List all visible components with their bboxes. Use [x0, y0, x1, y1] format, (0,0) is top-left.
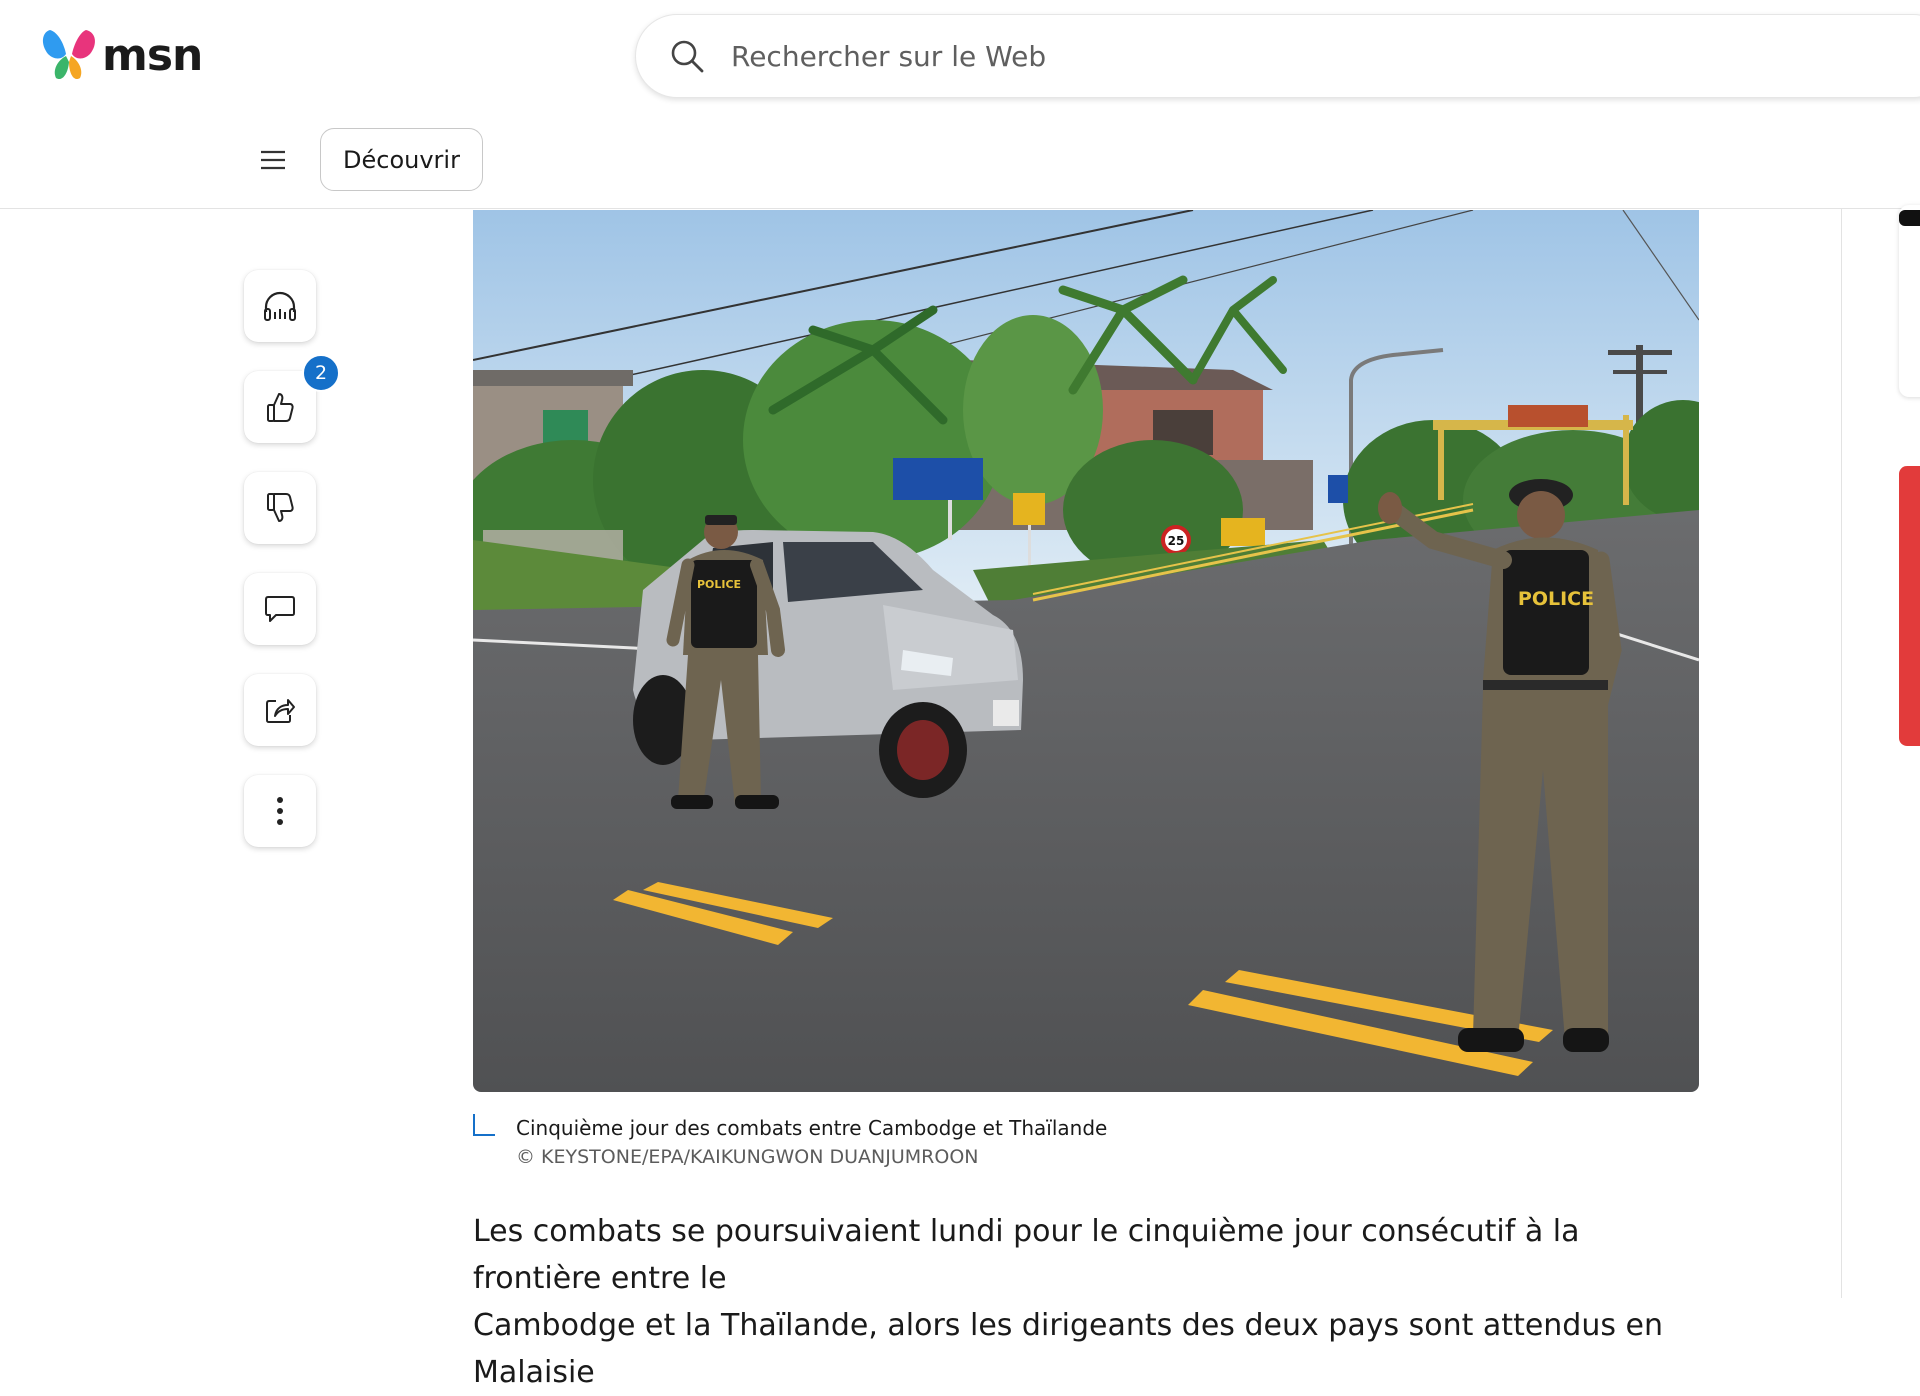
msn-logo[interactable]: msn	[40, 26, 203, 82]
more-vertical-icon	[277, 797, 283, 825]
photo-credit: © KEYSTONE/EPA/KAIKUNGWON DUANJUMROON	[516, 1146, 979, 1168]
photo-caption: Cinquième jour des combats entre Cambodg…	[516, 1116, 1108, 1140]
police-label: POLICE	[697, 578, 741, 591]
search-icon	[669, 38, 705, 74]
listen-button[interactable]	[244, 270, 316, 342]
sidebar-advertisement[interactable]	[1899, 466, 1920, 746]
article-body-line: Cambodge et la Thaïlande, alors les diri…	[473, 1308, 1663, 1390]
headphones-icon	[264, 291, 296, 321]
like-count-badge: 2	[302, 354, 340, 392]
right-column-divider	[1841, 209, 1842, 1298]
search-input[interactable]	[729, 38, 1633, 74]
caption-indicator	[473, 1114, 495, 1136]
article-body: Les combats se poursuivaient lundi pour …	[473, 1208, 1699, 1396]
dislike-button[interactable]	[244, 472, 316, 544]
share-button[interactable]	[244, 674, 316, 746]
comment-button[interactable]	[244, 573, 316, 645]
comment-icon	[265, 596, 295, 622]
right-sidebar-card[interactable]	[1899, 205, 1920, 397]
share-icon	[266, 699, 295, 723]
right-card-header	[1899, 210, 1920, 226]
speed-limit-sign: 25	[1168, 534, 1185, 548]
search-bar[interactable]	[635, 14, 1920, 98]
hamburger-menu-icon[interactable]	[255, 142, 291, 178]
article-body-line: Les combats se poursuivaient lundi pour …	[473, 1214, 1580, 1296]
logo-wordmark: msn	[102, 29, 203, 81]
police-label-right: POLICE	[1518, 588, 1594, 610]
header-divider	[0, 208, 1920, 209]
butterfly-logo-icon	[42, 30, 95, 80]
discover-button[interactable]: Découvrir	[320, 128, 483, 191]
article-photo[interactable]: 25 POLICE POLICE	[473, 210, 1699, 1092]
thumbs-down-icon	[267, 493, 294, 522]
thumbs-up-icon	[267, 393, 294, 422]
more-options-button[interactable]	[244, 775, 316, 847]
